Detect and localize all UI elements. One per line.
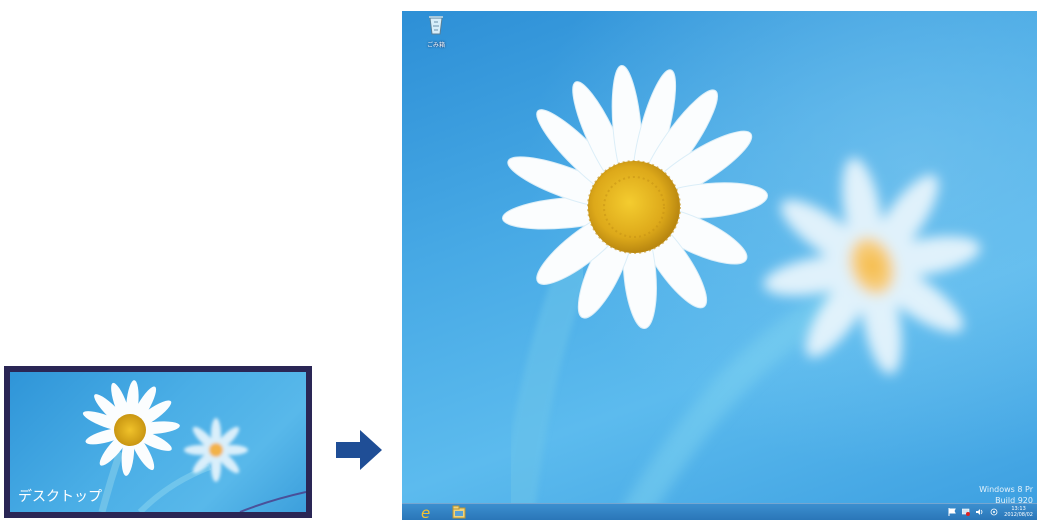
- flag-icon[interactable]: [948, 508, 956, 516]
- file-explorer-icon[interactable]: [452, 505, 466, 519]
- recycle-bin-icon[interactable]: [428, 15, 444, 35]
- svg-text:e: e: [421, 504, 430, 520]
- desktop-tile-image: デスクトップ: [10, 372, 306, 512]
- desktop-screen: ごみ箱 Windows 8 Pr Build 920 e 13:13 2012/…: [402, 11, 1037, 520]
- network-icon[interactable]: [962, 508, 971, 516]
- desktop-wallpaper: [402, 11, 1037, 520]
- desktop-tile[interactable]: デスクトップ: [4, 366, 312, 518]
- taskbar: e 13:13 2012/08/02: [402, 503, 1037, 520]
- recycle-bin[interactable]: ごみ箱: [418, 15, 454, 49]
- tile-label: デスクトップ: [18, 489, 102, 505]
- volume-icon[interactable]: [976, 508, 984, 516]
- taskbar-clock[interactable]: 13:13 2012/08/02: [1004, 506, 1033, 518]
- recycle-bin-label: ごみ箱: [426, 42, 445, 49]
- power-icon[interactable]: [990, 508, 998, 516]
- arrow-right-icon: [336, 430, 382, 470]
- clock-date: 2012/08/02: [1004, 512, 1033, 518]
- internet-explorer-icon[interactable]: e: [420, 504, 434, 520]
- watermark-line1: Windows 8 Pr: [979, 485, 1033, 494]
- system-tray: 13:13 2012/08/02: [948, 504, 1033, 520]
